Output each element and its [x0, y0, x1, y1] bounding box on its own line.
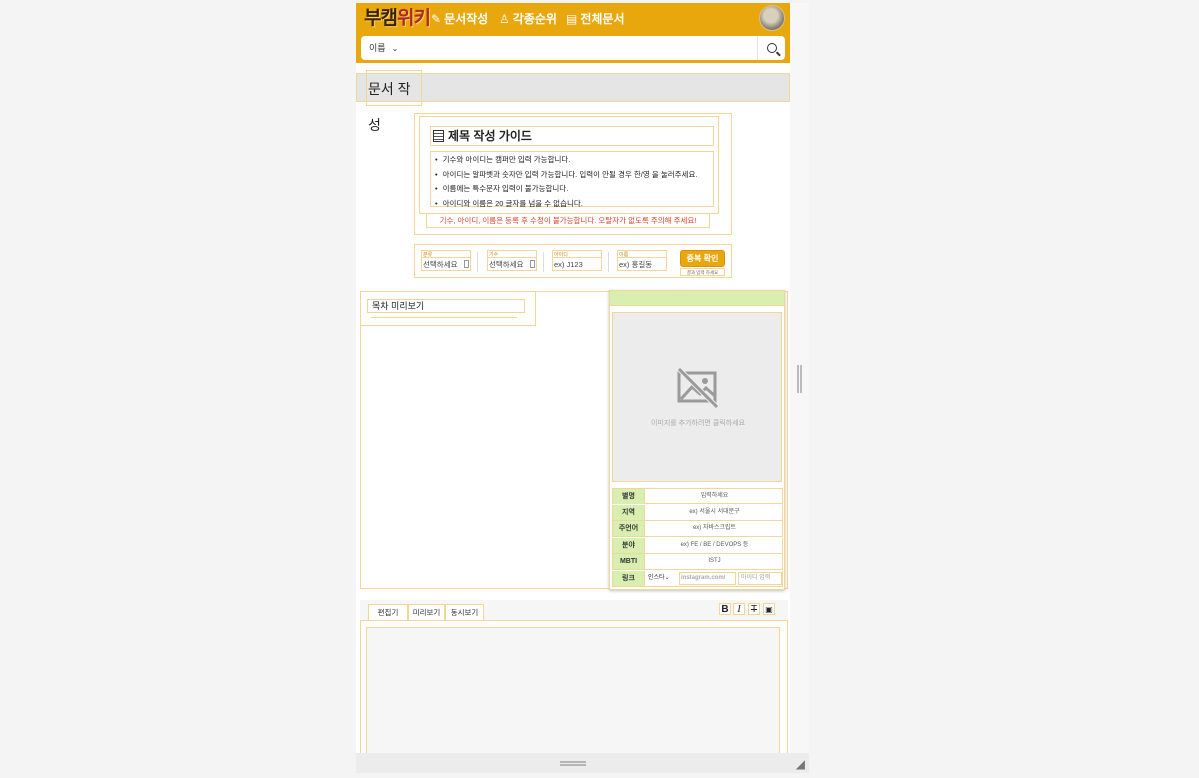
divider [477, 252, 478, 272]
spinner-icon [464, 260, 469, 268]
guide-item: 이름에는 특수문자 입력이 불가능합니다. [435, 182, 713, 197]
duplicate-check-button[interactable]: 중복 확인 [680, 250, 725, 267]
italic-button[interactable]: I [733, 603, 745, 615]
editor-toolbar: 편집기 미리보기 동시보기 B I T ▣ [360, 600, 788, 621]
strikethrough-button[interactable]: T [748, 603, 760, 615]
info-key: 지역 [613, 505, 645, 520]
page-viewport: 부캠위키 ✎ 문서작성 ♙ 각종순위 ▤ 전체문서 이름 ⌄ 문서 작성 제목 … [356, 3, 790, 753]
divider [608, 252, 609, 272]
insert-image-button[interactable]: ▣ [763, 603, 775, 615]
category-field[interactable]: 분류 선택하세요 [421, 250, 471, 274]
info-row-link: 링크 인스타⌄ instagram.com/ 아이디 입력 [612, 571, 783, 587]
info-key: 링크 [613, 571, 645, 586]
generation-label: 기수 [487, 250, 537, 258]
info-key: MBTI [613, 554, 645, 569]
info-card-header[interactable] [610, 291, 784, 306]
info-row-mbti: MBTI ISTJ [612, 554, 783, 570]
image-icon: ▣ [765, 605, 773, 614]
nav-write-document[interactable]: ✎ 문서작성 [431, 11, 488, 27]
mbti-input[interactable]: ISTJ [646, 554, 783, 569]
link-url-input[interactable]: instagram.com/ [679, 572, 736, 585]
nickname-input[interactable]: 입력하세요 [646, 489, 783, 504]
panel-resize-handle[interactable] [797, 365, 802, 393]
nav-all-documents[interactable]: ▤ 전체문서 [566, 11, 625, 27]
podium-icon: ♙ [499, 12, 510, 26]
search-type-select[interactable]: 이름 ⌄ [369, 36, 398, 60]
nav-write-label: 문서작성 [444, 12, 489, 26]
search-icon [766, 43, 777, 53]
image-upload-hint: 이미지를 추가하려면 클릭하세요 [650, 420, 746, 427]
page-title: 문서 작성 [366, 70, 422, 133]
name-label: 이름 [617, 250, 667, 258]
image-off-icon [677, 367, 719, 409]
memo-icon [433, 130, 444, 142]
tab-preview[interactable]: 미리보기 [408, 604, 445, 620]
profile-info-card: 이미지를 추가하려면 클릭하세요 별명 입력하세요 지역 ex) 서울시 서대문… [609, 290, 785, 590]
name-input[interactable]: ex) 홍길동 [617, 258, 667, 271]
bottom-resize-bar[interactable]: ◢ [356, 753, 809, 773]
user-id-input[interactable]: ex) J123 [552, 258, 602, 271]
info-row-language: 주언어 ex) 자바스크립트 [612, 521, 783, 537]
image-upload-area[interactable]: 이미지를 추가하려면 클릭하세요 [612, 312, 782, 482]
info-row-field: 분야 ex) FE / BE / DEVOPS 등 [612, 538, 783, 554]
link-type-select[interactable]: 인스타⌄ [648, 572, 677, 585]
user-id-field[interactable]: 아이디 ex) J123 [552, 250, 602, 274]
info-key: 분야 [613, 538, 645, 553]
nav-rankings-label: 각종순위 [512, 12, 557, 26]
page-title-bar: 문서 작성 [356, 70, 790, 133]
info-key: 별명 [613, 489, 645, 504]
search-button[interactable] [757, 36, 785, 60]
link-id-input[interactable]: 아이디 입력 [738, 572, 782, 585]
resize-corner-icon[interactable]: ◢ [796, 758, 805, 770]
divider [543, 252, 544, 272]
guide-list: 기수와 아이디는 캠퍼만 입력 가능합니다. 아이디는 알파벳과 숫자만 입력 … [430, 151, 714, 208]
editor-textarea[interactable] [366, 627, 780, 753]
duplicate-check-note: 결과 입력 하세요 [680, 268, 725, 276]
app-frame: 부캠위키 ✎ 문서작성 ♙ 각종순위 ▤ 전체문서 이름 ⌄ 문서 작성 제목 … [356, 3, 809, 773]
category-label: 분류 [421, 250, 471, 258]
nav-rankings[interactable]: ♙ 각종순위 [499, 11, 557, 27]
generation-select[interactable]: 선택하세요 [487, 258, 537, 271]
name-field[interactable]: 이름 ex) 홍길동 [617, 250, 667, 274]
info-row-region: 지역 ex) 서울시 서대문구 [612, 505, 783, 521]
tab-editor[interactable]: 편집기 [368, 604, 408, 620]
documents-icon: ▤ [566, 12, 578, 26]
info-row-nickname: 별명 입력하세요 [612, 488, 783, 504]
search-bar: 이름 ⌄ [361, 36, 785, 60]
toc-title: 목차 미리보기 [367, 299, 525, 313]
chevron-down-icon: ⌄ [391, 44, 399, 53]
grip-icon [560, 761, 586, 766]
site-logo[interactable]: 부캠위키 [364, 7, 431, 31]
pencil-icon: ✎ [431, 12, 442, 26]
guide-heading: 제목 작성 가이드 [430, 126, 714, 146]
guide-item: 아이디와 이름은 20 글자를 넘을 수 없습니다. [435, 197, 713, 212]
language-input[interactable]: ex) 자바스크립트 [646, 521, 783, 536]
guide-item: 기수와 아이디는 캠퍼만 입력 가능합니다. [435, 153, 713, 168]
search-input[interactable] [409, 39, 755, 57]
bold-button[interactable]: B [719, 603, 731, 615]
toc-divider [371, 317, 517, 318]
info-key: 주언어 [613, 521, 645, 536]
nav-all-label: 전체문서 [580, 12, 625, 26]
chevron-down-icon: ⌄ [664, 575, 670, 581]
guide-warning: 기수, 아이디, 이름은 등록 후 수정이 불가능합니다. 오탈자가 없도록 주… [426, 213, 710, 228]
user-avatar[interactable] [759, 5, 785, 31]
guide-item: 아이디는 알파벳과 숫자만 입력 가능합니다. 입력이 안될 경우 한/영 을 … [435, 168, 713, 183]
category-select[interactable]: 선택하세요 [421, 258, 471, 271]
top-header: 부캠위키 ✎ 문서작성 ♙ 각종순위 ▤ 전체문서 이름 ⌄ [356, 3, 790, 63]
spinner-icon [530, 260, 535, 268]
field-input[interactable]: ex) FE / BE / DEVOPS 등 [646, 538, 783, 553]
region-input[interactable]: ex) 서울시 서대문구 [646, 505, 783, 520]
generation-field[interactable]: 기수 선택하세요 [487, 250, 537, 274]
user-id-label: 아이디 [552, 250, 602, 258]
tab-split-view[interactable]: 동시보기 [445, 604, 484, 620]
